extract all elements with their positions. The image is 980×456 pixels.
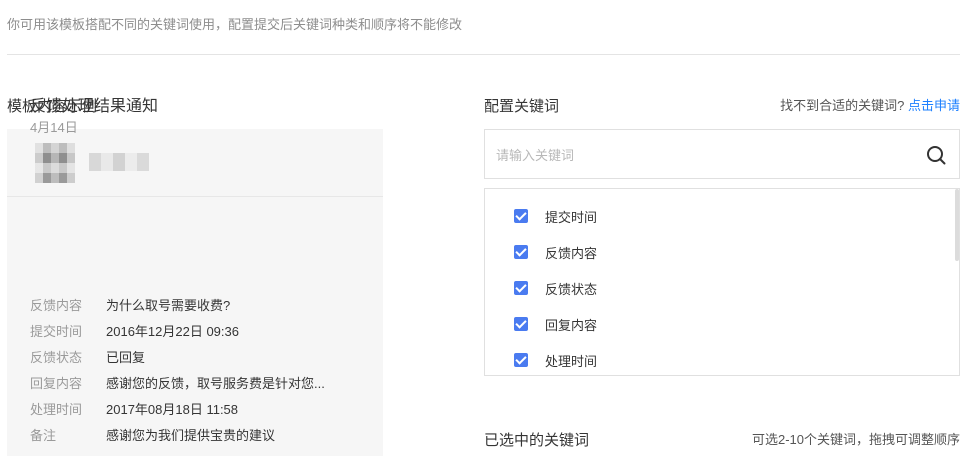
message-field: 提交时间 2016年12月22日 09:36 [30, 321, 239, 340]
selected-section-title: 已选中的关键词 [484, 432, 590, 449]
notice-text: 你可用该模板搭配不同的关键词使用，配置提交后关键词种类和顺序将不能修改 [7, 17, 463, 32]
keyword-label: 反馈内容 [545, 245, 598, 261]
field-value: 感谢您的反馈，取号服务费是针对您... [106, 376, 325, 391]
divider [7, 54, 960, 55]
avatar [35, 143, 75, 183]
checkbox-checked-icon[interactable] [514, 317, 528, 331]
keyword-label: 处理时间 [545, 353, 598, 369]
field-key: 反馈内容 [30, 298, 83, 313]
field-value: 感谢您为我们提供宝贵的建议 [106, 428, 276, 443]
field-value: 为什么取号需要收费? [106, 298, 231, 313]
checkbox-checked-icon[interactable] [514, 209, 528, 223]
keyword-list: 提交时间 反馈内容 反馈状态 回复内容 处理时间 [484, 188, 960, 376]
message-field: 回复内容 感谢您的反馈，取号服务费是针对您... [30, 373, 325, 392]
field-value: 2017年08月18日 11:58 [106, 402, 239, 417]
keyword-option[interactable]: 处理时间 [514, 350, 597, 370]
apply-keyword-hint: 找不到合适的关键词? 点击申请 [780, 95, 960, 114]
message-title: 反馈处理结果通知 [30, 98, 159, 115]
keyword-list-scrollbar[interactable] [955, 189, 959, 261]
message-field: 处理时间 2017年08月18日 11:58 [30, 399, 238, 418]
keyword-option[interactable]: 反馈内容 [514, 242, 597, 262]
search-icon[interactable] [925, 144, 947, 166]
keyword-label: 回复内容 [545, 317, 598, 333]
field-key: 反馈状态 [30, 350, 83, 365]
checkbox-checked-icon[interactable] [514, 281, 528, 295]
field-key: 提交时间 [30, 324, 83, 339]
message-date: 4月14日 [30, 120, 78, 135]
selected-keywords-hint: 可选2-10个关键词，拖拽可调整顺序 [751, 432, 960, 447]
config-section-title: 配置关键词 [484, 98, 560, 115]
field-key: 备注 [30, 428, 57, 443]
field-key: 处理时间 [30, 402, 83, 417]
card-header [7, 129, 383, 197]
apply-keyword-link[interactable]: 点击申请 [908, 98, 960, 113]
hint-text: 找不到合适的关键词? [780, 98, 905, 113]
keyword-search-box [484, 129, 960, 179]
field-value: 2016年12月22日 09:36 [106, 324, 239, 339]
message-field: 反馈内容 为什么取号需要收费? [30, 295, 230, 314]
field-key: 回复内容 [30, 376, 83, 391]
account-name-blurred [89, 153, 149, 171]
keyword-option[interactable]: 提交时间 [514, 206, 597, 226]
checkbox-checked-icon[interactable] [514, 245, 528, 259]
keyword-search-input[interactable] [496, 145, 916, 165]
message-field: 备注 感谢您为我们提供宝贵的建议 [30, 425, 275, 444]
message-field: 反馈状态 已回复 [30, 347, 145, 366]
keyword-option[interactable]: 反馈状态 [514, 278, 597, 298]
keyword-label: 反馈状态 [545, 281, 598, 297]
keyword-option[interactable]: 回复内容 [514, 314, 597, 334]
checkbox-checked-icon[interactable] [514, 353, 528, 367]
keyword-label: 提交时间 [545, 209, 598, 225]
field-value: 已回复 [106, 350, 146, 365]
